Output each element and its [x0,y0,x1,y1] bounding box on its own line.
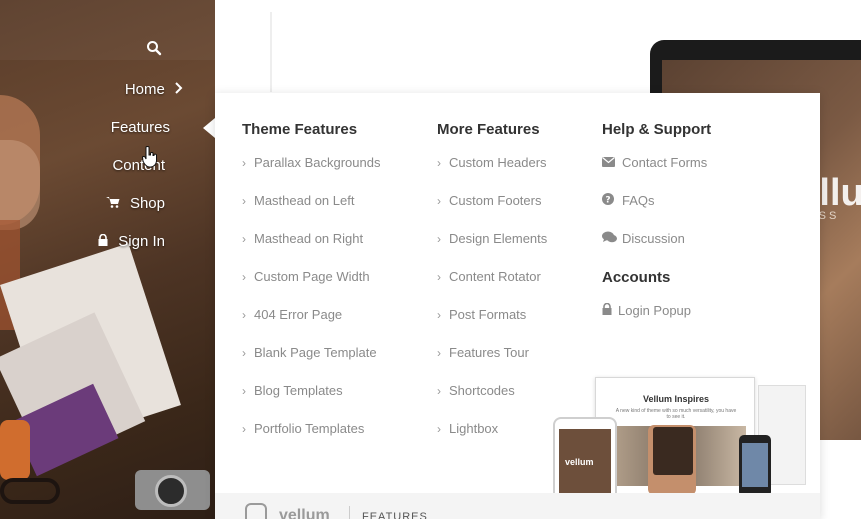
chevron-right-icon: › [242,346,246,360]
menu-column-heading: Help & Support [602,121,712,138]
menu-link[interactable]: › Custom Footers [437,193,541,208]
menu-link-label: Blog Templates [254,383,343,398]
nav-item-shop-label: Shop [129,195,165,212]
menu-link-label: 404 Error Page [254,307,343,322]
features-mega-menu: Theme Features › Parallax Backgrounds › Ma… [215,93,820,519]
chevron-right-icon: › [437,194,441,208]
background-divider [270,12,272,92]
menu-link[interactable]: › Custom Page Width [242,269,370,284]
menu-link-label: Parallax Backgrounds [254,155,381,170]
promo-phone-mockup [739,435,771,497]
chevron-right-icon: › [437,422,441,436]
menu-link[interactable]: › Shortcodes [437,383,515,398]
menu-column-heading: Theme Features [242,121,358,138]
nav-item-home[interactable]: Home [125,81,183,98]
nav-item-shop[interactable]: Shop [105,195,165,212]
nav-item-features-label: Features [110,119,170,136]
footer-section-label: FEATURES [362,511,428,519]
chevron-right-icon: › [242,270,246,284]
lock-icon [602,302,618,318]
menu-link-label: Design Elements [449,231,548,246]
chevron-right-icon: › [437,308,441,322]
menu-link-discussion[interactable]: Discussion [602,231,685,246]
cart-icon [105,195,120,212]
nav-item-features[interactable]: Features [111,119,170,136]
menu-link-label: Masthead on Right [254,231,364,246]
lock-icon [98,233,108,250]
hand-cursor-icon [141,146,158,168]
nav-item-sign-in-label: Sign In [118,233,165,250]
footer-divider [349,506,350,519]
menu-link-label: Login Popup [618,303,692,318]
question-circle-icon: ? [602,193,622,208]
vellum-logo-icon [245,503,267,519]
menu-link-label: Shortcodes [449,383,515,398]
nav-item-home-label: Home [124,81,165,98]
chevron-right-icon: › [437,270,441,284]
menu-link[interactable]: › Custom Headers [437,155,547,170]
footer-logo-text: vellum [279,507,330,519]
envelope-icon [602,156,622,170]
chevron-right-icon [175,81,183,98]
main-navigation: Home Features Content Shop Sign In [0,0,215,519]
menu-link-faqs[interactable]: ? FAQs [602,193,655,208]
menu-link[interactable]: › Post Formats [437,307,526,322]
menu-link-label: Custom Footers [449,193,542,208]
menu-link-label: Custom Headers [449,155,547,170]
menu-link[interactable]: › Portfolio Templates [242,421,364,436]
menu-link[interactable]: › Parallax Backgrounds [242,155,380,170]
promo-subtitle: A new kind of theme with so much versati… [615,408,737,420]
chevron-right-icon: › [437,232,441,246]
chevron-right-icon: › [242,194,246,208]
menu-link[interactable]: › 404 Error Page [242,307,342,322]
comments-icon [602,231,622,246]
menu-link[interactable]: › Blog Templates [242,383,343,398]
search-icon[interactable] [146,40,164,58]
menu-column-heading: More Features [437,121,540,138]
menu-link[interactable]: › Masthead on Left [242,193,354,208]
chevron-right-icon: › [437,384,441,398]
menu-link[interactable]: › Design Elements [437,231,547,246]
menu-link-label: Content Rotator [449,269,541,284]
menu-link-label: Discussion [622,231,685,246]
chevron-right-icon: › [437,156,441,170]
promo-title: Vellum Inspires [642,394,710,404]
svg-text:?: ? [605,196,610,206]
menu-link-login-popup[interactable]: Login Popup [602,302,692,318]
promo-small-tablet [653,427,693,475]
menu-link-label: Lightbox [449,421,499,436]
menu-link-label: Blank Page Template [254,345,377,360]
nav-item-sign-in[interactable]: Sign In [98,233,165,250]
promo-tablet-logo: vellum [565,457,594,467]
menu-link-label: Features Tour [449,345,529,360]
menu-link[interactable]: › Content Rotator [437,269,541,284]
chevron-right-icon: › [242,232,246,246]
chevron-right-icon: › [242,422,246,436]
menu-link-label: Custom Page Width [254,269,370,284]
menu-link[interactable]: › Masthead on Right [242,231,363,246]
promo-phone-screen [742,443,768,487]
chevron-right-icon: › [242,384,246,398]
menu-link-label: Masthead on Left [254,193,355,208]
menu-link-contact-forms[interactable]: Contact Forms [602,155,707,170]
menu-link[interactable]: › Lightbox [437,421,498,436]
menu-link[interactable]: › Blank Page Template [242,345,377,360]
chevron-right-icon: › [437,346,441,360]
menu-link-label: Post Formats [449,307,527,322]
menu-link-label: FAQs [622,193,655,208]
menu-link-label: Contact Forms [622,155,708,170]
menu-subheading-accounts: Accounts [602,269,671,286]
chevron-right-icon: › [242,308,246,322]
menu-link[interactable]: › Features Tour [437,345,529,360]
chevron-right-icon: › [242,156,246,170]
menu-link-label: Portfolio Templates [254,421,365,436]
active-menu-pointer [203,118,215,138]
